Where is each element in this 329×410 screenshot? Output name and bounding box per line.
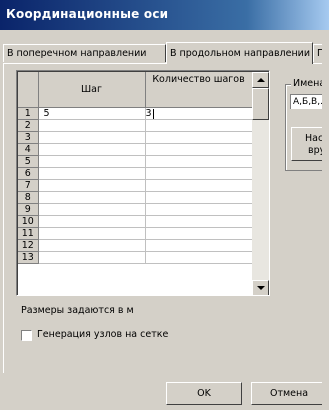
axes-grid[interactable]: Шаг Количество шагов 1 5 3 2 3 4 5 6 7 8 9 10 11 12 13 bbox=[16, 70, 270, 296]
count-cell[interactable] bbox=[145, 251, 253, 264]
row-number: 3 bbox=[18, 131, 39, 144]
count-cell[interactable] bbox=[145, 131, 253, 144]
cancel-button[interactable]: Отмена bbox=[251, 382, 327, 405]
vertical-scrollbar[interactable] bbox=[252, 72, 269, 295]
dialog-window: Координационные оси В поперечном направл… bbox=[0, 0, 329, 410]
grid-viewport: Шаг Количество шагов 1 5 3 2 3 4 5 6 7 8 9 10 11 12 13 bbox=[17, 71, 269, 295]
scroll-thumb[interactable] bbox=[252, 88, 269, 120]
column-header-step[interactable]: Шаг bbox=[38, 72, 146, 108]
step-cell[interactable] bbox=[38, 203, 146, 216]
axes-table: Шаг Количество шагов 1 5 3 2 3 4 5 6 7 8 9 10 11 12 13 bbox=[18, 72, 253, 264]
arrow-down-icon bbox=[257, 286, 265, 290]
step-cell[interactable] bbox=[38, 227, 146, 240]
count-cell[interactable] bbox=[145, 227, 253, 240]
tab-strip: В поперечном направлении В продольном на… bbox=[0, 42, 329, 64]
table-row[interactable]: 9 bbox=[18, 203, 253, 216]
row-number: 11 bbox=[18, 227, 39, 240]
table-row[interactable]: 2 bbox=[18, 119, 253, 132]
count-cell[interactable] bbox=[145, 239, 253, 252]
scroll-down-button[interactable] bbox=[252, 280, 269, 295]
grid-nodes-checkbox-label[interactable]: Генерация узлов на сетке bbox=[37, 329, 168, 340]
step-cell[interactable] bbox=[38, 143, 146, 156]
table-row[interactable]: 3 bbox=[18, 131, 253, 144]
count-cell[interactable] bbox=[145, 203, 253, 216]
count-cell[interactable]: 3 bbox=[145, 107, 253, 120]
table-row[interactable]: 5 bbox=[18, 155, 253, 168]
step-cell[interactable] bbox=[38, 191, 146, 204]
window-title: Координационные оси bbox=[6, 7, 169, 21]
count-cell[interactable] bbox=[145, 215, 253, 228]
row-number: 7 bbox=[18, 179, 39, 192]
row-number: 10 bbox=[18, 215, 39, 228]
step-cell[interactable] bbox=[38, 167, 146, 180]
table-row[interactable]: 4 bbox=[18, 143, 253, 156]
header-corner bbox=[18, 72, 39, 108]
row-number: 8 bbox=[18, 191, 39, 204]
units-label: Размеры задаются в м bbox=[21, 305, 134, 316]
row-number: 5 bbox=[18, 155, 39, 168]
row-number: 13 bbox=[18, 251, 39, 264]
count-cell[interactable] bbox=[145, 119, 253, 132]
table-row[interactable]: 6 bbox=[18, 167, 253, 180]
row-number: 6 bbox=[18, 167, 39, 180]
step-cell[interactable] bbox=[38, 179, 146, 192]
step-cell[interactable]: 5 bbox=[38, 107, 146, 120]
count-cell[interactable] bbox=[145, 167, 253, 180]
count-cell[interactable] bbox=[145, 143, 253, 156]
table-row[interactable]: 7 bbox=[18, 179, 253, 192]
step-cell[interactable] bbox=[38, 155, 146, 168]
count-cell[interactable] bbox=[145, 191, 253, 204]
grid-nodes-checkbox[interactable] bbox=[21, 330, 32, 341]
tab-transverse[interactable]: В поперечном направлении bbox=[3, 44, 166, 62]
step-cell[interactable] bbox=[38, 251, 146, 264]
tab-longitudinal[interactable]: В продольном направлении bbox=[166, 42, 313, 64]
column-header-count[interactable]: Количество шагов bbox=[145, 72, 253, 108]
count-cell[interactable] bbox=[145, 179, 253, 192]
step-cell[interactable] bbox=[38, 119, 146, 132]
row-number: 4 bbox=[18, 143, 39, 156]
row-number: 9 bbox=[18, 203, 39, 216]
step-cell[interactable] bbox=[38, 215, 146, 228]
arrow-up-icon bbox=[257, 78, 265, 82]
row-number: 1 bbox=[18, 107, 39, 120]
text-cursor bbox=[152, 108, 154, 119]
title-bar[interactable]: Координационные оси bbox=[0, 0, 329, 30]
row-number: 12 bbox=[18, 239, 39, 252]
step-cell[interactable] bbox=[38, 131, 146, 144]
row-number: 2 bbox=[18, 119, 39, 132]
table-body: 1 5 3 2 3 4 5 6 7 8 9 10 11 12 13 bbox=[18, 107, 253, 264]
table-row[interactable]: 8 bbox=[18, 191, 253, 204]
table-header-row: Шаг Количество шагов bbox=[18, 72, 253, 108]
step-cell[interactable] bbox=[38, 239, 146, 252]
count-cell[interactable] bbox=[145, 155, 253, 168]
table-row[interactable]: 13 bbox=[18, 251, 253, 264]
window-edge bbox=[322, 30, 329, 410]
ok-button[interactable]: OK bbox=[166, 382, 242, 405]
scroll-up-button[interactable] bbox=[252, 72, 269, 88]
table-row[interactable]: 10 bbox=[18, 215, 253, 228]
table-row[interactable]: 11 bbox=[18, 227, 253, 240]
table-row[interactable]: 153 bbox=[18, 107, 253, 120]
table-row[interactable]: 12 bbox=[18, 239, 253, 252]
